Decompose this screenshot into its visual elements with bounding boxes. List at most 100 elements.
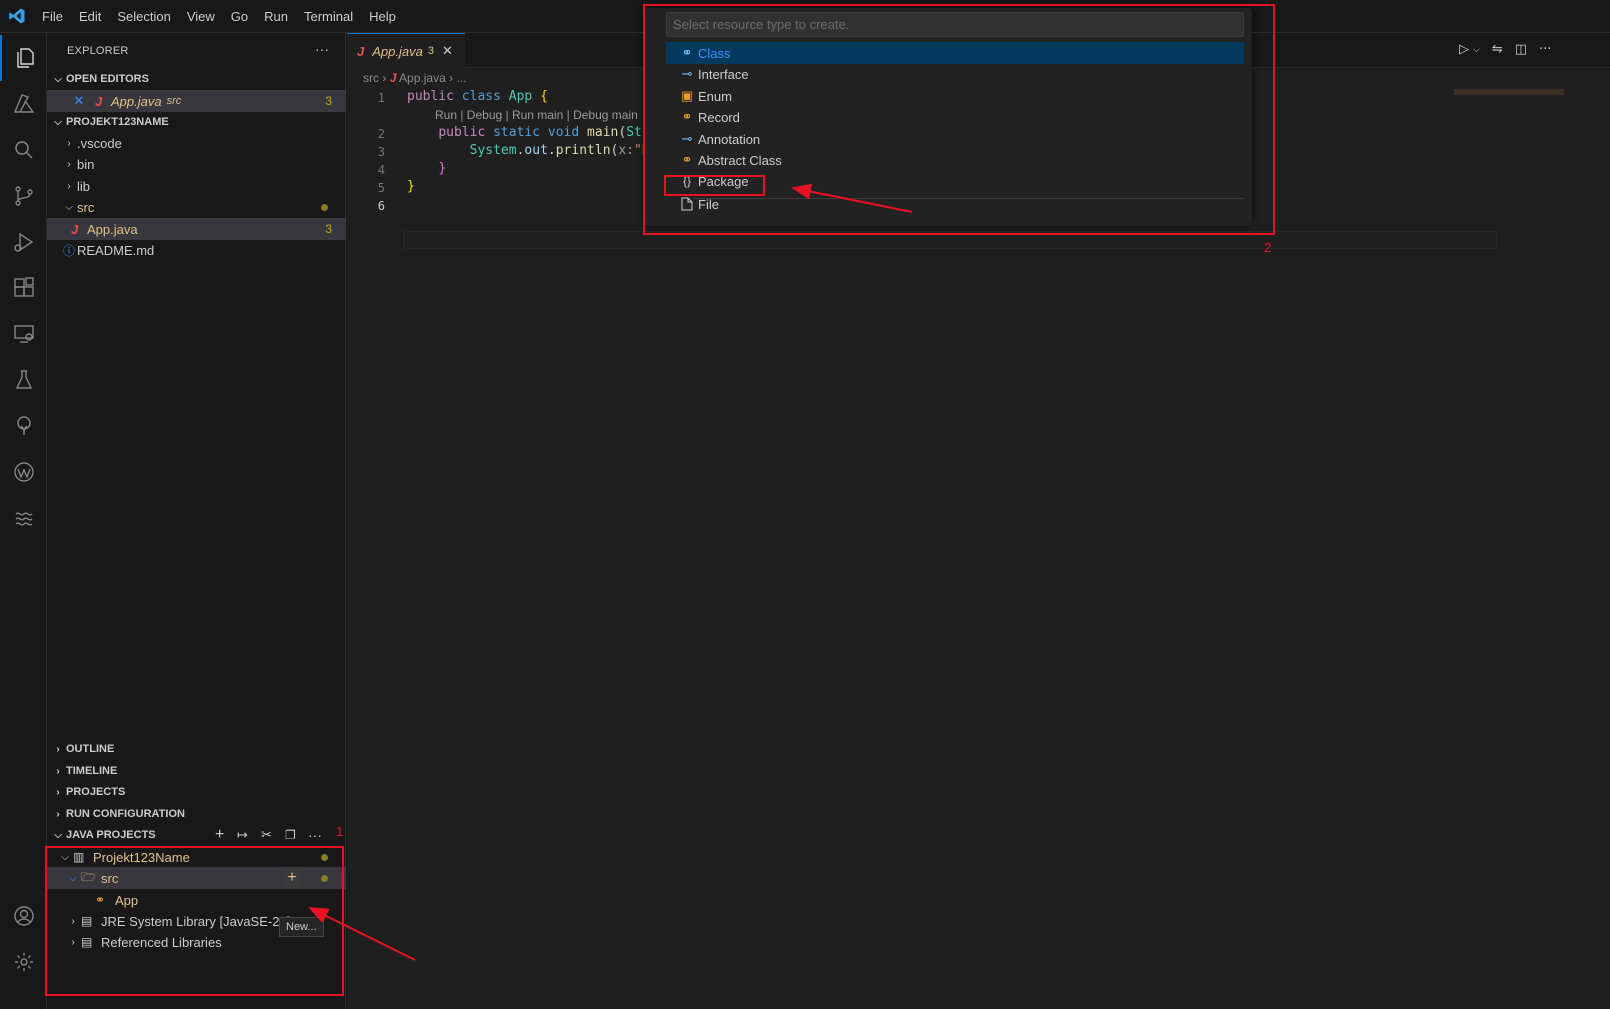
code-line-1: public class App { (407, 89, 548, 104)
chevron-right-icon: › (56, 765, 60, 777)
line-number: 1 (377, 91, 385, 105)
tree-item-readme[interactable]: ⓘ README.md (47, 239, 346, 261)
menu-terminal[interactable]: Terminal (296, 0, 361, 33)
chevron-right-icon: › (67, 180, 71, 192)
explorer-more-icon[interactable]: ··· (315, 41, 329, 57)
collapse-all-icon[interactable]: ❐ (285, 828, 296, 842)
problem-count-badge: 3 (325, 222, 332, 236)
extensions-icon[interactable] (0, 265, 47, 311)
line-number: 5 (377, 181, 385, 195)
code-line-3: System.out.println(x:"He (469, 143, 658, 158)
close-icon[interactable]: ✕ (71, 93, 87, 109)
menu-view[interactable]: View (179, 0, 223, 33)
add-icon[interactable]: + (215, 826, 224, 844)
chevron-right-icon: › (56, 743, 60, 755)
java-file-icon: J (71, 221, 79, 237)
chevron-down-icon: ⌵ (54, 116, 62, 128)
code-line-2: public static void main(Stri (438, 125, 658, 140)
chevron-down-icon[interactable]: ⌵ (1473, 45, 1480, 57)
open-editor-folder: src (166, 95, 182, 107)
problem-count-badge: 3 (325, 94, 332, 108)
link-icon[interactable]: ↦ (237, 827, 248, 843)
java-projects-label: JAVA PROJECTS (66, 829, 156, 841)
tree-item-label: lib (77, 178, 91, 194)
outline-label: OUTLINE (66, 743, 115, 755)
line-number: 2 (377, 127, 385, 141)
more-actions-icon[interactable]: ··· (1539, 42, 1551, 57)
open-editors-label: OPEN EDITORS (66, 73, 149, 85)
tree-item-lib[interactable]: › lib (47, 175, 346, 197)
more-actions-icon[interactable]: ··· (308, 827, 322, 843)
project-folder-header[interactable]: ⌵ PROJEKT123NAME (47, 111, 346, 133)
info-icon: ⓘ (62, 243, 75, 258)
tree-item-label: App.java (87, 221, 138, 237)
tree-item-app-java[interactable]: J App.java 3 (47, 218, 346, 240)
minimap[interactable] (1454, 89, 1564, 95)
remote-explorer-icon[interactable] (0, 311, 47, 357)
open-editor-app-java[interactable]: ✕ J App.java src 3 (47, 90, 346, 112)
wordpress-icon[interactable] (0, 449, 47, 495)
menu-help[interactable]: Help (361, 0, 404, 33)
projects-header[interactable]: › PROJECTS (47, 781, 346, 803)
explorer-title: EXPLORER (67, 45, 129, 57)
testing-icon[interactable] (0, 357, 47, 403)
open-editors-header[interactable]: ⌵ OPEN EDITORS (47, 68, 346, 90)
code-line-5: } (407, 179, 415, 194)
close-icon[interactable]: ✕ (442, 43, 453, 59)
tree-item-bin[interactable]: › bin (47, 153, 346, 175)
breadcrumb-src[interactable]: src (363, 71, 379, 85)
timeline-header[interactable]: › TIMELINE (47, 760, 346, 782)
annotation-box-package (664, 175, 765, 196)
breadcrumb-more[interactable]: ... (456, 71, 466, 85)
tree-item-label: src (77, 199, 95, 215)
tab-badge: 3 (427, 45, 434, 57)
account-icon[interactable] (0, 893, 47, 939)
timeline-label: TIMELINE (66, 765, 118, 777)
projects-label: PROJECTS (66, 786, 126, 798)
tools-icon[interactable]: ✂ (261, 827, 272, 843)
menu-selection[interactable]: Selection (109, 0, 178, 33)
java-projects-header[interactable]: ⌵ JAVA PROJECTS + ↦ ✂ ❐ ··· (47, 824, 346, 846)
menu-edit[interactable]: Edit (71, 0, 109, 33)
annotation-label-1: 1 (336, 824, 344, 839)
search-icon[interactable] (0, 127, 47, 173)
chevron-right-icon: › (67, 158, 71, 170)
tab-label: App.java (372, 43, 423, 59)
codelens[interactable]: Run | Debug | Run main | Debug main (435, 108, 638, 122)
line-number: 3 (377, 145, 385, 159)
vscode-logo-icon (0, 0, 34, 33)
split-editor-icon[interactable]: ◫ (1515, 42, 1527, 57)
breadcrumb: src › J App.java › ... (363, 71, 467, 85)
tree-item-src[interactable]: ⌵ src (47, 196, 346, 218)
run-configuration-header[interactable]: › RUN CONFIGURATION (47, 803, 346, 825)
settings-gear-icon[interactable] (0, 939, 47, 985)
modified-dot-icon (321, 203, 328, 211)
annotation-label-2: 2 (1264, 240, 1272, 255)
tree-icon[interactable] (0, 403, 47, 449)
menu-go[interactable]: Go (223, 0, 256, 33)
azure-icon[interactable] (0, 81, 47, 127)
menu-run[interactable]: Run (256, 0, 296, 33)
chevron-right-icon: › (67, 137, 71, 149)
tree-item-label: bin (77, 156, 95, 172)
explorer-icon[interactable] (0, 35, 47, 81)
java-file-icon: J (357, 43, 365, 59)
annotation-box-1 (45, 846, 344, 996)
compare-icon[interactable]: ⇋ (1492, 42, 1503, 57)
run-configuration-label: RUN CONFIGURATION (66, 808, 185, 820)
run-icon[interactable]: ▷ (1459, 42, 1469, 57)
open-editor-filename: App.java (111, 93, 162, 109)
tree-item-label: .vscode (77, 135, 122, 151)
source-control-icon[interactable] (0, 173, 47, 219)
menu-file[interactable]: File (34, 0, 71, 33)
line-number: 4 (377, 163, 385, 177)
breadcrumb-file[interactable]: App.java (399, 71, 446, 85)
annotation-box-2 (643, 4, 1275, 235)
code-line-4: } (438, 161, 447, 176)
outline-header[interactable]: › OUTLINE (47, 738, 346, 760)
chevron-right-icon: › (56, 786, 60, 798)
tab-app-java[interactable]: J App.java 3 ✕ (347, 33, 465, 68)
run-debug-icon[interactable] (0, 219, 47, 265)
tree-item-vscode[interactable]: › .vscode (47, 132, 346, 154)
wave-icon[interactable] (0, 495, 47, 541)
